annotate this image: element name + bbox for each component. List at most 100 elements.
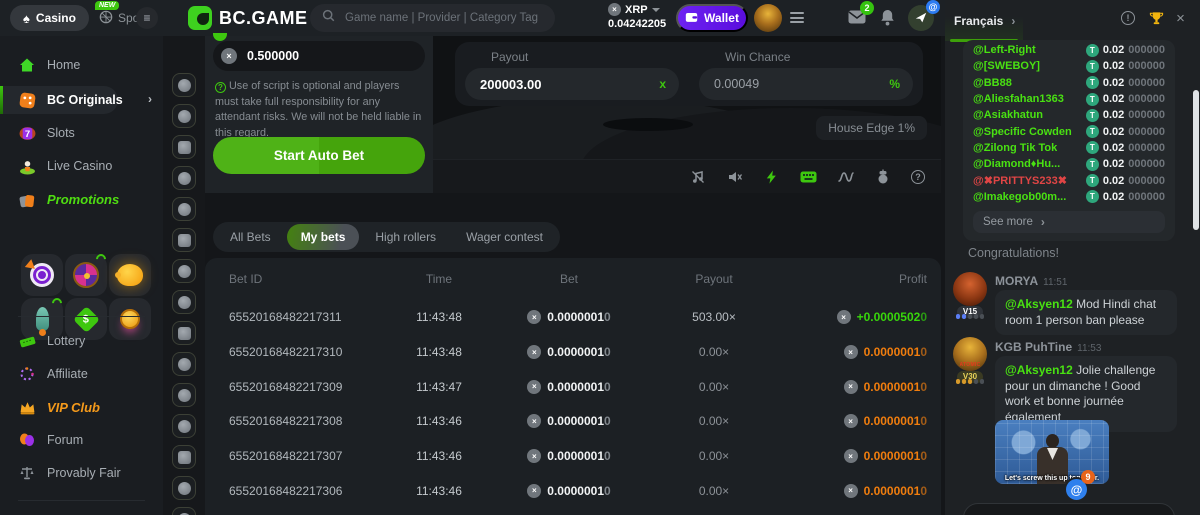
game-shortcut-icon[interactable]	[172, 166, 196, 190]
col-time: Time	[379, 272, 499, 286]
user-avatar[interactable]	[754, 4, 782, 32]
table-row[interactable]: 65520168482217306 11:43:46 ×0.00000010 0…	[205, 473, 941, 508]
winner-name: @BB88	[973, 77, 1012, 89]
sidebar-item-live-casino[interactable]: Live Casino	[0, 151, 163, 181]
chat-username[interactable]: KGB PuhTine11:53	[995, 340, 1101, 354]
table-row[interactable]: 65520168482217310 11:43:48 ×0.00000010 0…	[205, 335, 941, 370]
sidebar-item-lottery[interactable]: Lottery	[0, 326, 163, 356]
winner-row[interactable]: @Zilong Tik TokT0.02000000	[963, 140, 1175, 156]
sidebar-item-affiliate[interactable]: Affiliate	[0, 359, 163, 389]
table-row[interactable]: 65520168482217309 11:43:47 ×0.00000010 0…	[205, 369, 941, 404]
notifications-bell-icon[interactable]	[880, 9, 895, 31]
game-shortcut-icon[interactable]	[172, 414, 196, 438]
winner-name: @Aliesfahan1363	[973, 93, 1064, 105]
usdt-coin-icon: T	[1086, 190, 1099, 203]
sidebar-item-promotions[interactable]: Promotions	[0, 184, 163, 214]
winner-row[interactable]: @BB88T0.02000000	[963, 75, 1175, 91]
table-row[interactable]: 65520168482217308 11:43:46 ×0.00000010 0…	[205, 404, 941, 439]
percent-icon: %	[889, 77, 900, 91]
game-shortcut-icon[interactable]	[172, 507, 196, 515]
sound-muted-icon[interactable]	[726, 168, 743, 185]
game-shortcut-icon[interactable]	[172, 228, 196, 252]
bet-amount-field[interactable]: ×	[213, 41, 425, 71]
table-row[interactable]: 65520168482217311 11:43:48 ×0.00000010 5…	[205, 300, 941, 335]
account-menu-icon[interactable]	[790, 12, 804, 23]
col-profit: Profit	[789, 272, 927, 286]
winner-row[interactable]: @AsiakhatunT0.02000000	[963, 107, 1175, 123]
game-shortcut-icon[interactable]	[172, 259, 196, 283]
sidebar-item-home[interactable]: Home	[0, 50, 163, 80]
win-chance-field[interactable]: %	[699, 68, 913, 100]
promo-target-tile[interactable]	[21, 254, 63, 296]
tab-my-bets[interactable]: My bets	[287, 224, 360, 250]
game-shortcut-icon[interactable]	[172, 73, 196, 97]
start-auto-bet-button[interactable]: Start Auto Bet	[213, 137, 425, 174]
chat-username[interactable]: MORYA11:51	[995, 274, 1067, 288]
table-header: Bet ID Time Bet Payout Profit	[205, 258, 941, 300]
clipped-icon	[213, 33, 227, 41]
bet-amount-input[interactable]	[245, 48, 417, 64]
chevron-right-icon: ›	[1011, 14, 1015, 28]
winner-row[interactable]: @Specific CowdenT0.02000000	[963, 123, 1175, 139]
game-shortcut-icon[interactable]	[172, 352, 196, 376]
sidebar-item-provably-fair[interactable]: Provably Fair	[0, 458, 163, 488]
game-shortcut-icon[interactable]	[172, 445, 196, 469]
menu-toggle-button[interactable]: ≡	[136, 7, 158, 29]
slots-seven-icon: 7	[18, 124, 36, 142]
game-shortcut-icon[interactable]	[172, 135, 196, 159]
bet-id: 65520168482217309	[229, 380, 379, 394]
chat-scrollbar-thumb[interactable]	[1193, 90, 1199, 230]
win-chance-input[interactable]	[712, 76, 889, 92]
winner-row[interactable]: @Left-RightT0.02000000	[963, 42, 1175, 58]
winner-row[interactable]: @Imakegob00m...T0.02000000	[963, 189, 1175, 205]
see-more-button[interactable]: See more ›	[973, 211, 1165, 233]
winner-row[interactable]: @Aliesfahan1363T0.02000000	[963, 91, 1175, 107]
tab-all-bets[interactable]: All Bets	[216, 224, 285, 250]
sidebar-item-vip-club[interactable]: VIP Club	[0, 392, 163, 422]
xrp-coin-icon: ×	[527, 484, 541, 498]
col-bet-id: Bet ID	[229, 272, 379, 286]
bc-game-app: ♠ Casino NEW Sports ≡ BC.GAME × XRP 0.04…	[0, 0, 1200, 515]
bet-time: 11:43:47	[379, 380, 499, 394]
sidebar-item-forum[interactable]: Forum	[0, 425, 163, 455]
mention-link[interactable]: @Aksyen12	[1005, 363, 1073, 377]
seed-icon[interactable]	[874, 168, 891, 185]
game-search[interactable]	[310, 4, 555, 32]
xrp-coin-icon: ×	[221, 48, 237, 64]
balance-selector[interactable]: × XRP 0.04242205	[608, 3, 678, 30]
help-icon[interactable]: ?	[911, 170, 925, 184]
game-shortcut-icon[interactable]	[172, 476, 196, 500]
payout-field[interactable]: x	[465, 68, 679, 100]
brand-logo[interactable]: BC.GAME	[188, 6, 308, 30]
mention-link[interactable]: @Aksyen12	[1005, 297, 1073, 311]
turbo-bolt-icon[interactable]	[763, 168, 780, 185]
trends-icon[interactable]	[837, 168, 854, 185]
promo-wheel-tile[interactable]	[65, 254, 107, 296]
winner-row[interactable]: @✖PRITTYS233✖T0.02000000	[963, 172, 1175, 188]
winner-row[interactable]: @[SWEBOY]T0.02000000	[963, 58, 1175, 74]
game-shortcut-icon[interactable]	[172, 290, 196, 314]
sidebar-item-slots[interactable]: 7 Slots	[0, 118, 163, 148]
trophy-icon[interactable]	[1149, 11, 1164, 26]
tab-high-rollers[interactable]: High rollers	[361, 224, 450, 250]
hotkeys-keyboard-icon[interactable]	[800, 168, 817, 185]
game-shortcut-icon[interactable]	[172, 383, 196, 407]
game-shortcut-icon[interactable]	[172, 321, 196, 345]
chat-language-tab[interactable]: Français ›	[945, 0, 1023, 41]
wallet-button[interactable]: Wallet	[676, 4, 748, 32]
chat-message-input[interactable]	[963, 503, 1175, 515]
close-chat-icon[interactable]: ×	[1173, 11, 1188, 26]
table-row[interactable]: 65520168482217307 11:43:46 ×0.00000010 0…	[205, 439, 941, 474]
game-shortcut-icon[interactable]	[172, 104, 196, 128]
payout-input[interactable]	[478, 76, 659, 93]
search-input[interactable]	[343, 11, 543, 25]
casino-toggle[interactable]: ♠ Casino	[10, 5, 89, 31]
promo-piggy-tile[interactable]	[109, 254, 151, 296]
chat-rules-icon[interactable]: !	[1121, 11, 1135, 25]
tab-wager-contest[interactable]: Wager contest	[452, 224, 557, 250]
game-shortcut-icon[interactable]	[172, 197, 196, 221]
winner-row[interactable]: @Diamond♦Hu...T0.02000000	[963, 156, 1175, 172]
wallet-label: Wallet	[704, 11, 739, 25]
music-muted-icon[interactable]	[689, 168, 706, 185]
sidebar-item-bc-originals[interactable]: BC Originals	[0, 85, 163, 115]
